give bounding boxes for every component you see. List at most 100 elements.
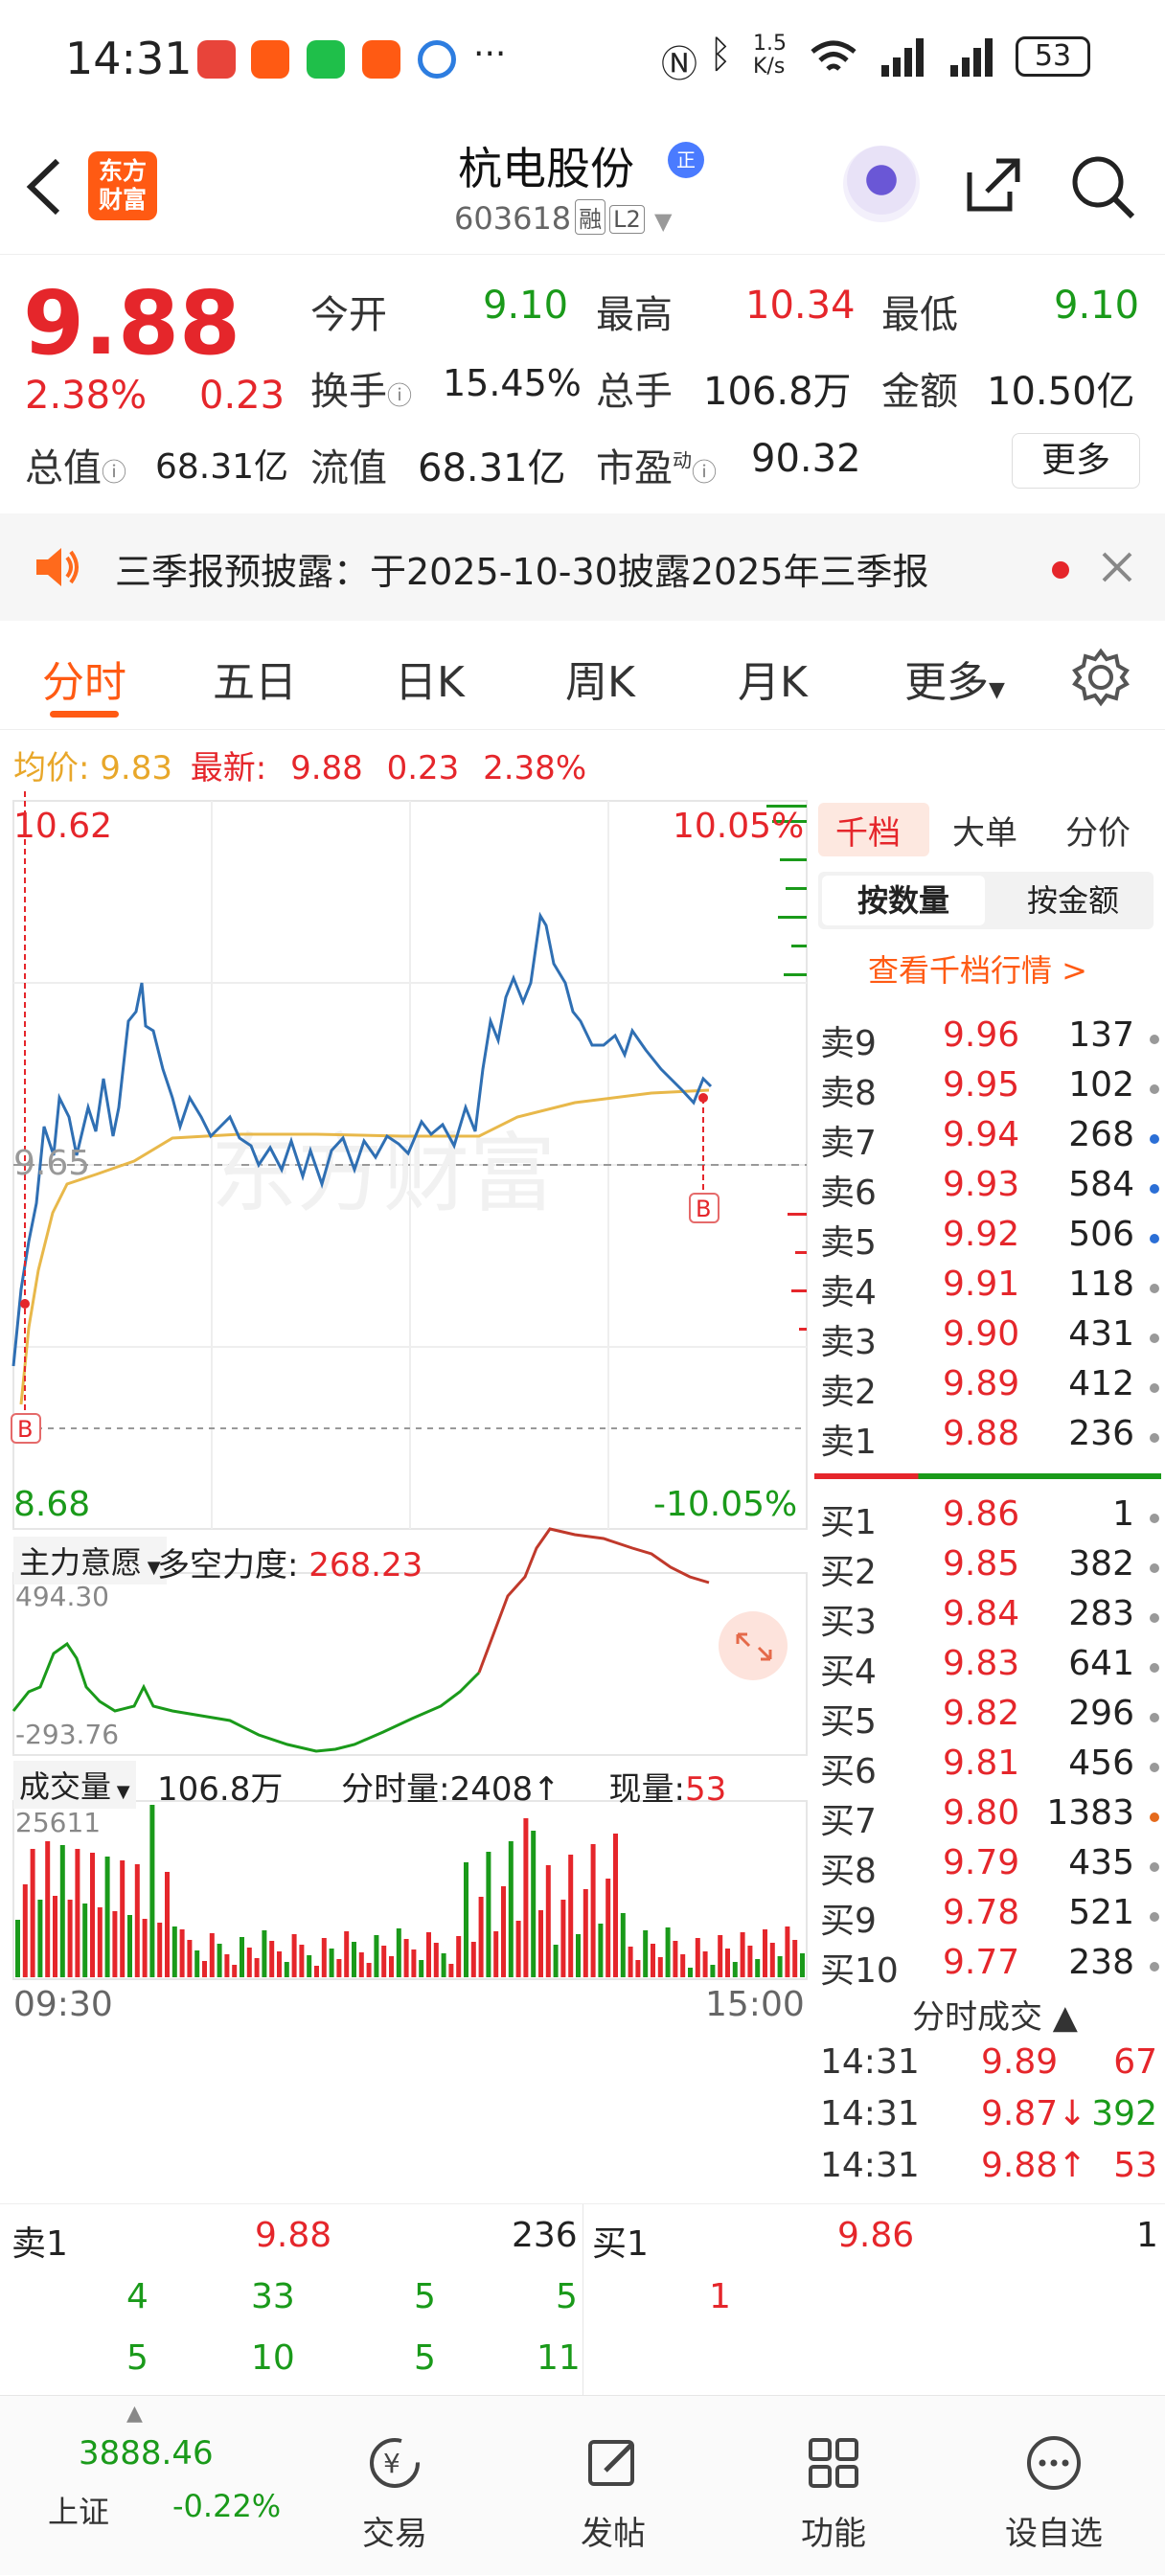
bid-row[interactable]: 买2 9.85 382: [818, 1544, 1163, 1594]
bid-price: 9.80: [943, 1793, 1020, 1833]
sub-tab-amount[interactable]: 按金额: [993, 876, 1154, 925]
search-icon[interactable]: [1069, 153, 1136, 220]
nav-functions[interactable]: 功能: [738, 2396, 929, 2576]
bid-row[interactable]: 买1 9.86 1: [818, 1494, 1163, 1544]
ask-row[interactable]: 卖1 9.88 236: [818, 1414, 1163, 1464]
tab-big-orders[interactable]: 大单: [952, 807, 1017, 854]
volume-bar: [366, 1963, 372, 1977]
notice-text: 三季报预披露：于2025-10-30披露2025年三季报: [115, 551, 929, 593]
ask-row[interactable]: 卖3 9.90 431: [818, 1314, 1163, 1364]
status-bar: 14:31 ··· Ⓝ ᛒ 1.5 K/s 53: [0, 0, 1165, 115]
tab-more[interactable]: 更多▼: [904, 648, 1005, 709]
ask-level-label: 卖6: [820, 1174, 877, 1213]
tab-weekly-k[interactable]: 周K: [565, 648, 635, 709]
avg-label: 均价:: [13, 749, 90, 787]
tab-daily-k[interactable]: 日K: [395, 648, 465, 709]
bid-level-label: 买4: [820, 1653, 877, 1692]
volume-bar: [448, 1964, 454, 1977]
sub-tab-quantity[interactable]: 按数量: [822, 876, 985, 925]
more-button[interactable]: 更多: [1012, 433, 1140, 489]
latest-label: 最新:: [190, 749, 267, 787]
bid-row[interactable]: 买6 9.81 456: [818, 1744, 1163, 1793]
ask-row[interactable]: 卖9 9.96 137: [818, 1015, 1163, 1065]
settings-gear-icon[interactable]: [1071, 648, 1131, 707]
tab-intraday[interactable]: 分时: [42, 648, 126, 709]
bid-row[interactable]: 买5 9.82 296: [818, 1694, 1163, 1744]
volume-bar: [389, 1956, 394, 1977]
float-value: 68.31亿: [418, 446, 566, 490]
indicator-selector[interactable]: 主力意愿 ▼: [13, 1537, 167, 1584]
bid-row[interactable]: 买4 9.83 641: [818, 1644, 1163, 1694]
quote-panel: 9.88 2.38% 0.23 总值ⓘ 68.31亿 今开 9.10 最高 10…: [0, 254, 1165, 508]
ask-row[interactable]: 卖8 9.95 102: [818, 1065, 1163, 1115]
ask-volume: 268: [1068, 1115, 1134, 1154]
volume-readout: 106.8万 分时量:2408↑ 现量:53: [157, 1770, 727, 1809]
order-dot-icon: [1150, 1912, 1159, 1922]
nav-trade[interactable]: ¥ 交易: [299, 2396, 491, 2576]
bid-row[interactable]: 买8 9.79 435: [818, 1843, 1163, 1893]
bid-row[interactable]: 买9 9.78 521: [818, 1893, 1163, 1943]
tab-five-day[interactable]: 五日: [213, 648, 297, 709]
tick-price: 9.89: [981, 2042, 1059, 2082]
ask-level-label: 卖1: [820, 1423, 877, 1462]
ask-row[interactable]: 卖5 9.92 506: [818, 1215, 1163, 1265]
ask-volume: 506: [1068, 1215, 1134, 1254]
tab-price-dist[interactable]: 分价: [1065, 807, 1131, 854]
bid-row[interactable]: 买3 9.84 283: [818, 1594, 1163, 1644]
intraday-chart[interactable]: 东方财富 B B 10.62 10.05% 9.65 8.68 -10.05% …: [0, 791, 811, 2200]
volume-bar: [598, 1924, 604, 1977]
volume-bar: [277, 1951, 282, 1977]
bottom-nav: ▲ 3888.46 上证 -0.22% ¥ 交易 发帖 功能 设自选: [0, 2395, 1165, 2575]
ask-queue-1: 4: [126, 2277, 148, 2316]
volume-bar: [59, 1845, 65, 1977]
robot-assistant-icon[interactable]: [843, 146, 920, 222]
signal-2-icon: [950, 38, 993, 77]
volume-bar: [747, 1946, 753, 1977]
latest-change: 0.23: [386, 749, 460, 787]
ask-row[interactable]: 卖7 9.94 268: [818, 1115, 1163, 1165]
signal-icon: [881, 38, 924, 77]
tab-monthly-k[interactable]: 月K: [738, 648, 808, 709]
bid-volume: 435: [1068, 1843, 1134, 1882]
close-icon[interactable]: [1100, 550, 1134, 584]
notice-bar[interactable]: 三季报预披露：于2025-10-30披露2025年三季报: [0, 513, 1165, 621]
float-label: 流值: [310, 446, 387, 490]
ask-price: 9.90: [943, 1314, 1020, 1354]
order-dot-icon: [1150, 1134, 1159, 1144]
indicator-value: 268.23: [308, 1546, 423, 1584]
volume-selector[interactable]: 成交量 ▼: [13, 1761, 136, 1809]
share-icon[interactable]: [962, 153, 1025, 217]
app-logo: 东方 财富: [88, 151, 157, 220]
nav-add-watchlist[interactable]: 设自选: [958, 2396, 1150, 2576]
volume-bar: [665, 1927, 671, 1977]
bid-row[interactable]: 买7 9.80 1383: [818, 1793, 1163, 1843]
back-arrow-icon[interactable]: [23, 157, 65, 217]
ask-queue-7: 5: [414, 2338, 436, 2378]
volume-bar: [217, 1944, 222, 1977]
bid-volume: 382: [1068, 1544, 1134, 1584]
bid-price: 9.85: [943, 1544, 1020, 1584]
nav-index[interactable]: ▲ 3888.46 上证 -0.22%: [19, 2396, 281, 2576]
volume-bar: [508, 1841, 514, 1977]
ask-row[interactable]: 卖4 9.91 118: [818, 1265, 1163, 1314]
order-dot-icon: [1150, 1862, 1159, 1872]
ticks-title[interactable]: 分时成交 ▲: [912, 1991, 1078, 2038]
volume-bar: [800, 1953, 805, 1977]
volume-bar: [22, 1884, 28, 1977]
ask-queue-2: 33: [251, 2277, 295, 2316]
ask-row[interactable]: 卖2 9.89 412: [818, 1364, 1163, 1414]
nav-post[interactable]: 发帖: [517, 2396, 709, 2576]
stock-code-row[interactable]: 603618 融 L2 ▼: [454, 199, 672, 237]
volume-bar: [336, 1959, 342, 1977]
indicator-name: 多空力度:: [157, 1546, 299, 1584]
view-qiandang-link[interactable]: 查看千档行情 >: [868, 946, 1087, 991]
avg-price-row: 均价: 9.83 最新: 9.88 0.23 2.38%: [13, 741, 586, 788]
tick-volume: 53: [1113, 2146, 1157, 2185]
volume-bar: [732, 1962, 738, 1977]
svg-text:B: B: [696, 1196, 711, 1222]
volume-bar: [777, 1956, 783, 1977]
volume-bar: [165, 1872, 170, 1977]
ask-row[interactable]: 卖6 9.93 584: [818, 1165, 1163, 1215]
bid-row[interactable]: 买10 9.77 238: [818, 1943, 1163, 1993]
bluetooth-icon: ᛒ: [709, 33, 732, 77]
